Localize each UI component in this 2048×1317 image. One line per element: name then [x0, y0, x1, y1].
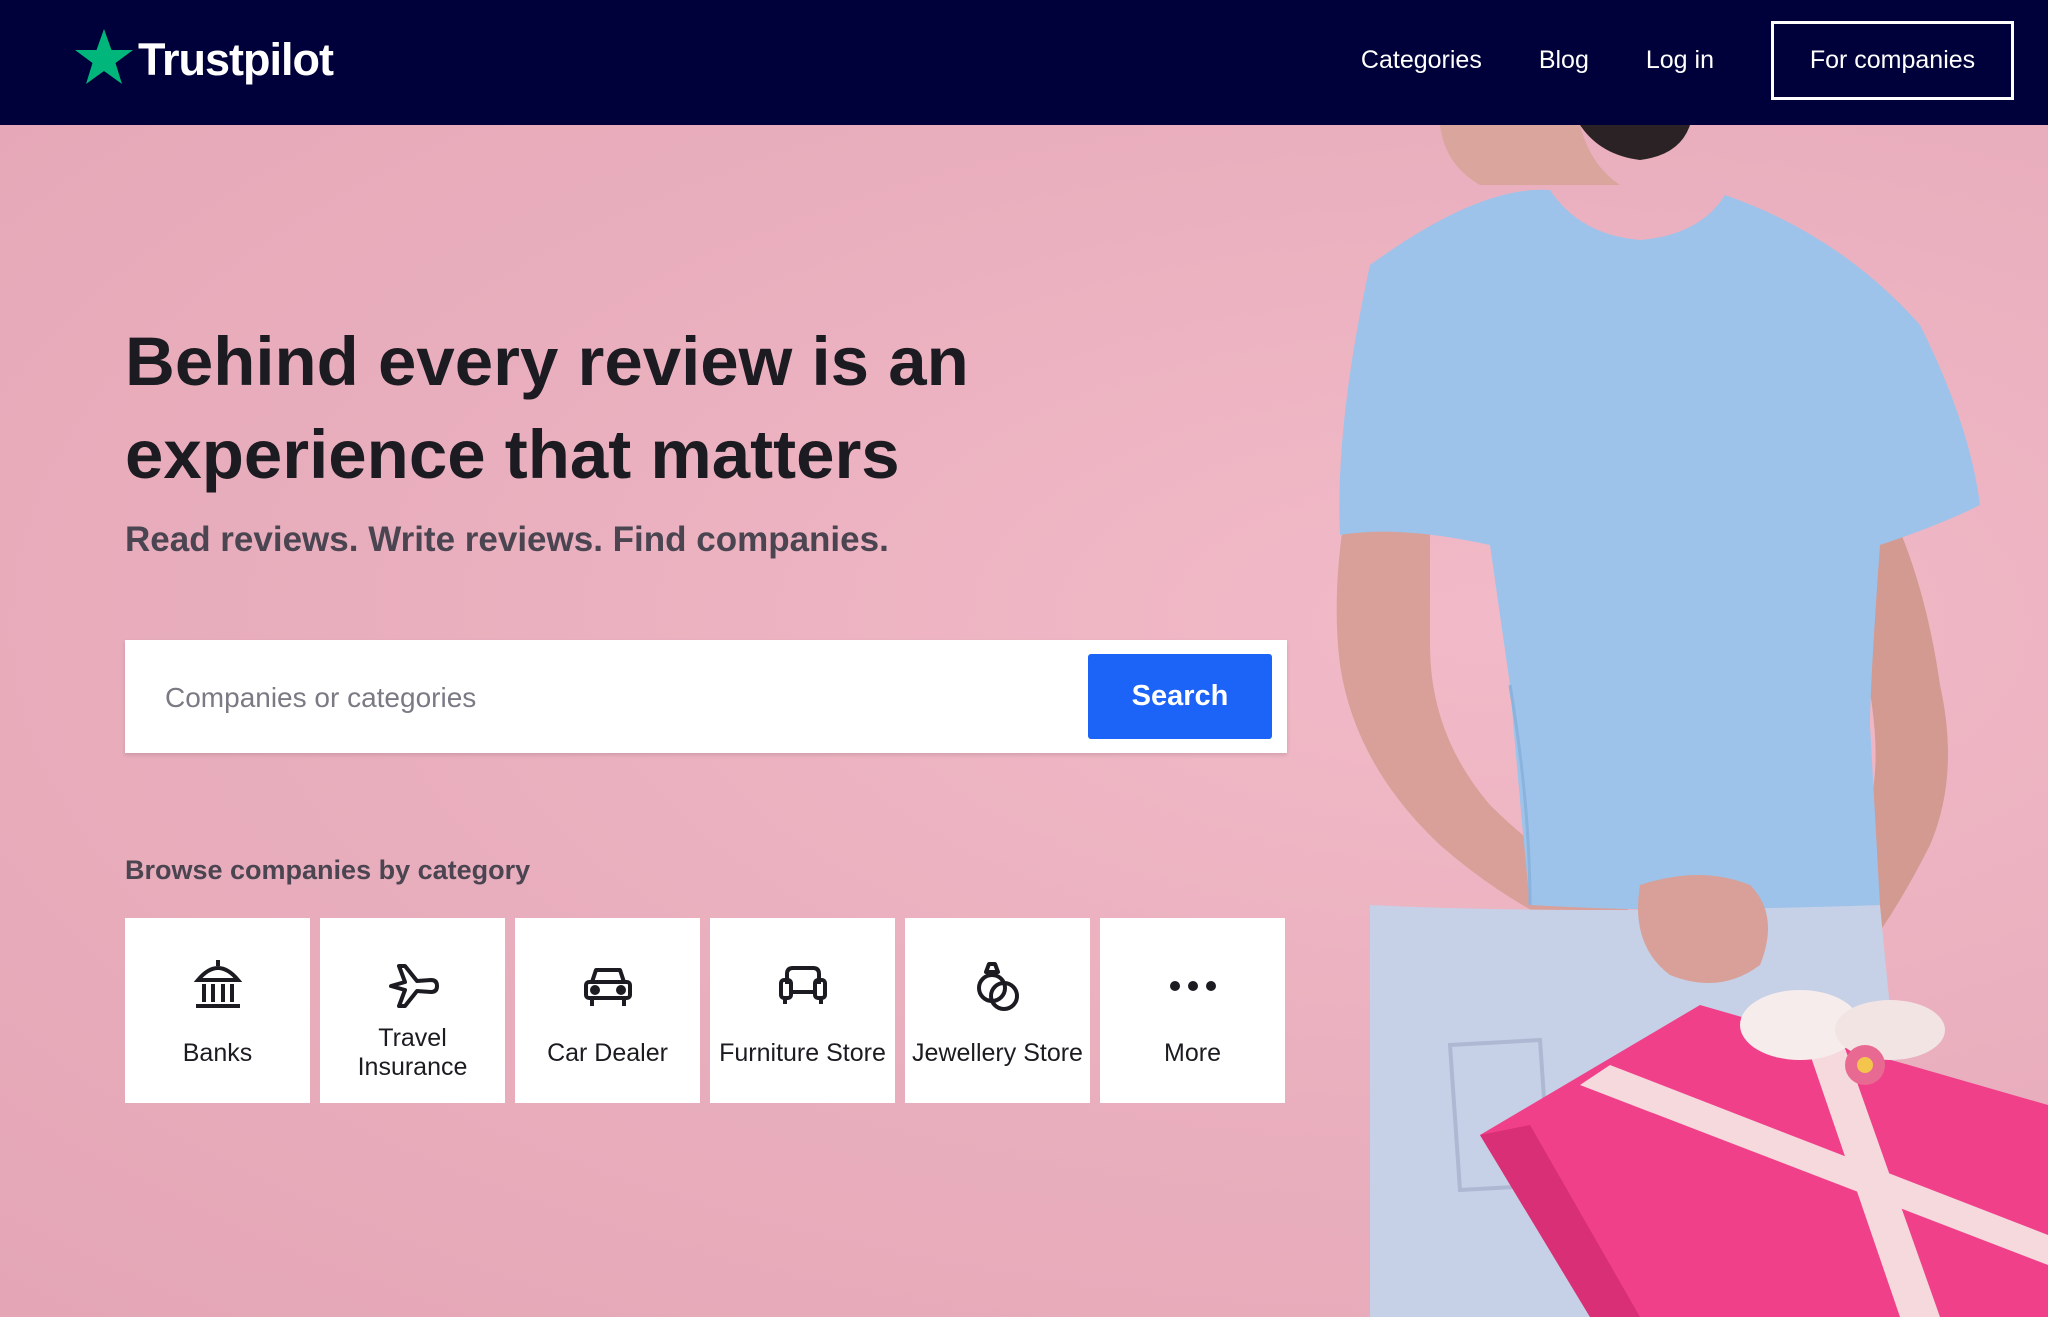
car-icon — [583, 968, 632, 1006]
search-input[interactable] — [165, 668, 1025, 728]
category-label: Jewellery Store — [912, 1038, 1083, 1067]
for-companies-button[interactable]: For companies — [1771, 21, 2014, 100]
category-card-car-dealer[interactable]: Car Dealer — [515, 918, 700, 1103]
category-label: Travel Insurance — [357, 1024, 468, 1081]
nav-link-login[interactable]: Log in — [1646, 46, 1714, 75]
category-label: Furniture Store — [719, 1038, 886, 1067]
hero-headline: Behind every review is an experience tha… — [125, 323, 969, 493]
more-dots-icon — [1169, 981, 1216, 991]
category-label: Car Dealer — [547, 1038, 668, 1067]
nav-link-blog[interactable]: Blog — [1539, 46, 1589, 75]
sofa-icon — [778, 966, 827, 1004]
category-label: Banks — [182, 1038, 253, 1067]
star-logo-icon — [75, 29, 133, 84]
hero-subheadline: Read reviews. Write reviews. Find compan… — [125, 520, 889, 559]
bank-icon — [193, 960, 242, 1008]
category-card-travel-insurance[interactable]: Travel Insurance — [320, 918, 505, 1103]
search-bar: Search — [125, 640, 1287, 753]
top-navigation: Trustpilot Categories Blog Log in For co… — [0, 0, 2048, 125]
category-cards: Banks Travel Insurance Car Dealer Furnit… — [125, 918, 1285, 1103]
rings-icon — [976, 962, 1019, 1011]
trustpilot-logo[interactable]: Trustpilot — [74, 28, 334, 86]
category-card-more[interactable]: More — [1100, 918, 1285, 1103]
category-label: More — [1164, 1038, 1221, 1067]
brand-name: Trustpilot — [138, 34, 334, 85]
airplane-icon — [388, 964, 439, 1008]
hero-image-person-with-gift — [1336, 125, 2048, 1317]
category-card-furniture-store[interactable]: Furniture Store — [710, 918, 895, 1103]
search-button[interactable]: Search — [1088, 654, 1272, 739]
category-card-jewellery-store[interactable]: Jewellery Store — [905, 918, 1090, 1103]
browse-categories-title: Browse companies by category — [125, 855, 531, 885]
nav-link-categories[interactable]: Categories — [1361, 46, 1482, 75]
nav-links: Categories Blog Log in For companies — [1361, 21, 2014, 100]
category-card-banks[interactable]: Banks — [125, 918, 310, 1103]
